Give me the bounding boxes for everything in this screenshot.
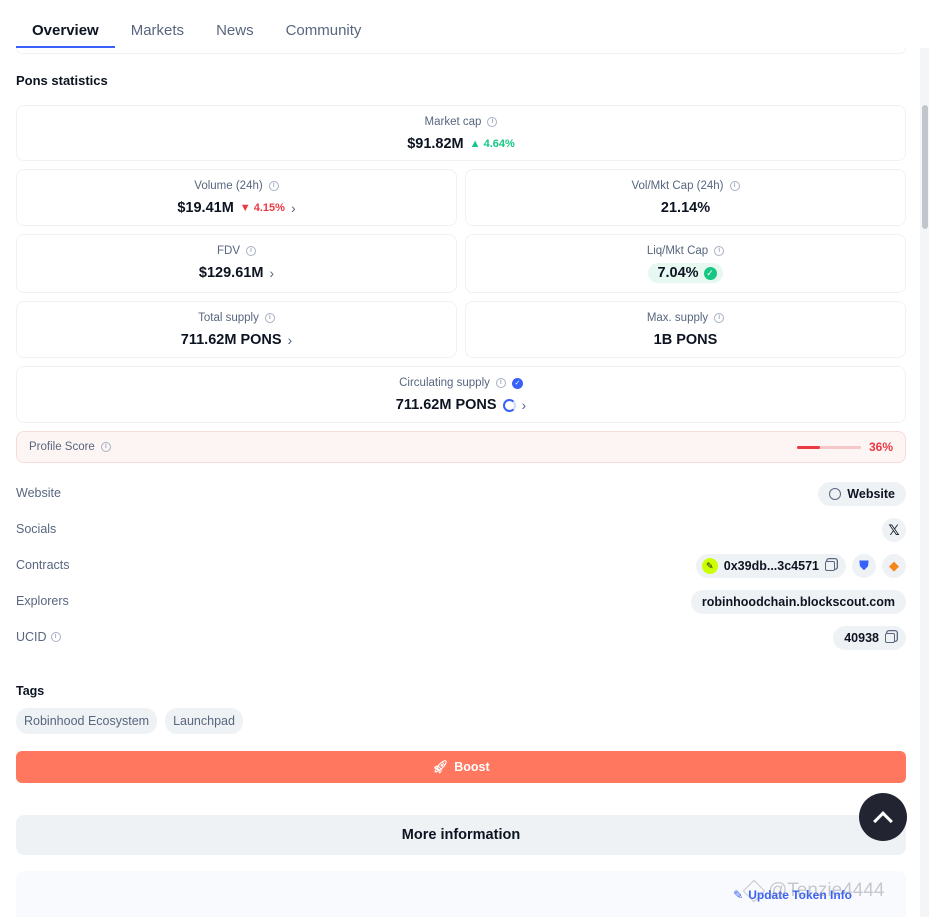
fdv-value: $129.61M (198, 265, 264, 281)
website-label: Website (16, 486, 61, 500)
total-supply-value: 711.62M PONS (180, 332, 282, 348)
scrollbar-thumb[interactable] (922, 105, 928, 229)
liq-mkt-cap-card: Liq/Mkt Cap i 7.04% ✓ (465, 234, 906, 293)
shield-icon: ⛊ (859, 558, 869, 573)
website-link[interactable]: Website (818, 482, 906, 506)
info-icon[interactable]: i (714, 313, 725, 323)
fdv-card[interactable]: FDV i $129.61M › (16, 234, 457, 293)
chevron-right-icon[interactable]: › (269, 265, 274, 281)
volume-label: Volume (24h) (194, 180, 263, 192)
info-icon[interactable]: i (246, 246, 256, 256)
tab-bar: Overview Markets News Community (16, 14, 377, 48)
tag-launchpad[interactable]: Launchpad (165, 708, 243, 734)
explorer-link[interactable]: robinhoodchain.blockscout.com (690, 590, 906, 614)
explorers-row: Explorers robinhoodchain.blockscout.com (16, 590, 906, 614)
vol-mkt-cap-value: 21.14% (660, 200, 711, 216)
liq-mkt-cap-label: Liq/Mkt Cap (646, 245, 709, 257)
total-supply-card[interactable]: Total supply i 711.62M PONS › (16, 301, 457, 358)
info-icon[interactable]: i (268, 181, 279, 191)
chevron-right-icon[interactable]: › (288, 332, 293, 348)
tab-markets[interactable]: Markets (115, 14, 200, 48)
tab-community[interactable]: Community (270, 14, 378, 48)
copy-icon[interactable] (825, 561, 835, 571)
market-cap-card: Market cap i $91.82M ▲ 4.64% (16, 105, 906, 161)
max-supply-label: Max. supply (646, 312, 709, 324)
profile-score-fill (797, 446, 821, 449)
volume-change: ▼ 4.15% (239, 202, 285, 214)
chevron-up-icon (873, 810, 893, 831)
volume-card[interactable]: Volume (24h) i $19.41M ▼ 4.15% › (16, 169, 457, 226)
info-icon[interactable]: i (50, 632, 61, 642)
watermark-logo-icon (742, 879, 766, 903)
market-cap-value: $91.82M (407, 136, 464, 152)
circulating-supply-label: Circulating supply (399, 377, 490, 389)
fdv-label: FDV (217, 245, 240, 257)
ucid-row: UCID i 40938 (16, 626, 906, 650)
ucid-value[interactable]: 40938 (833, 626, 906, 650)
x-social-button[interactable]: 𝕏 (882, 518, 906, 542)
liq-mkt-cap-value: 7.04% (657, 265, 699, 281)
total-supply-label: Total supply (198, 312, 259, 324)
x-logo-icon: 𝕏 (888, 521, 900, 538)
circulating-supply-card[interactable]: Circulating supply i ✓ 711.62M PONS › (16, 366, 906, 423)
supply-progress-icon (502, 398, 516, 412)
rocket-icon: 🚀︎ (432, 759, 449, 774)
vol-mkt-cap-card: Vol/Mkt Cap (24h) i 21.14% (465, 169, 906, 226)
info-icon[interactable]: i (100, 442, 111, 452)
statistics-title: Pons statistics (16, 73, 108, 88)
info-icon[interactable]: i (714, 246, 725, 256)
max-supply-card: Max. supply i 1B PONS (465, 301, 906, 358)
caret-up-icon: ▲ (469, 138, 481, 150)
max-supply-value: 1B PONS (653, 332, 718, 348)
copy-icon[interactable] (885, 633, 895, 643)
watermark: @Tenzie4444 (742, 879, 884, 903)
contract-address[interactable]: ✎ 0x39db...3c4571 (695, 554, 846, 578)
profile-score[interactable]: Profile Score i 36% (16, 431, 906, 463)
chain-logo-icon: ✎ (701, 558, 718, 574)
tabs-divider (16, 48, 906, 54)
more-information-button[interactable]: More information (16, 815, 906, 855)
tag-list: Robinhood Ecosystem Launchpad (16, 708, 243, 734)
verified-icon: ✓ (511, 377, 523, 389)
market-cap-label: Market cap (424, 116, 482, 128)
contracts-label: Contracts (16, 558, 70, 572)
info-icon[interactable]: i (487, 117, 498, 127)
caret-down-icon: ▼ (239, 202, 251, 214)
vol-mkt-cap-label: Vol/Mkt Cap (24h) (631, 180, 724, 192)
info-icon[interactable]: i (495, 378, 506, 388)
contracts-row: Contracts ✎ 0x39db...3c4571 ⛊ ◆ (16, 554, 906, 578)
profile-score-label: Profile Score (29, 441, 95, 453)
tag-robinhood-ecosystem[interactable]: Robinhood Ecosystem (16, 708, 158, 734)
profile-score-bar (797, 446, 861, 449)
security-check-button[interactable]: ⛊ (852, 554, 876, 578)
globe-icon (829, 488, 842, 500)
socials-label: Socials (16, 522, 57, 536)
profile-score-value: 36% (868, 440, 893, 454)
chevron-right-icon[interactable]: › (291, 200, 296, 216)
liq-mkt-cap-badge: 7.04% ✓ (648, 263, 723, 283)
add-to-metamask-button[interactable]: ◆ (882, 554, 906, 578)
explorers-label: Explorers (16, 594, 69, 608)
boost-button[interactable]: 🚀︎ Boost (16, 751, 906, 783)
circulating-supply-value: 711.62M PONS (395, 397, 497, 413)
info-icon[interactable]: i (264, 313, 275, 323)
metamask-fox-icon: ◆ (889, 558, 899, 573)
website-row: Website Website (16, 482, 906, 506)
volume-value: $19.41M (177, 200, 234, 216)
tab-news[interactable]: News (200, 14, 270, 48)
socials-row: Socials 𝕏 (16, 518, 906, 542)
ucid-label: UCID (16, 630, 47, 644)
tags-title: Tags (16, 684, 45, 698)
chevron-right-icon[interactable]: › (522, 397, 527, 413)
scroll-to-top-button[interactable] (859, 793, 907, 841)
market-cap-change: ▲ 4.64% (469, 138, 515, 150)
tab-overview[interactable]: Overview (16, 14, 115, 48)
check-icon: ✓ (703, 266, 717, 280)
info-icon[interactable]: i (729, 181, 740, 191)
